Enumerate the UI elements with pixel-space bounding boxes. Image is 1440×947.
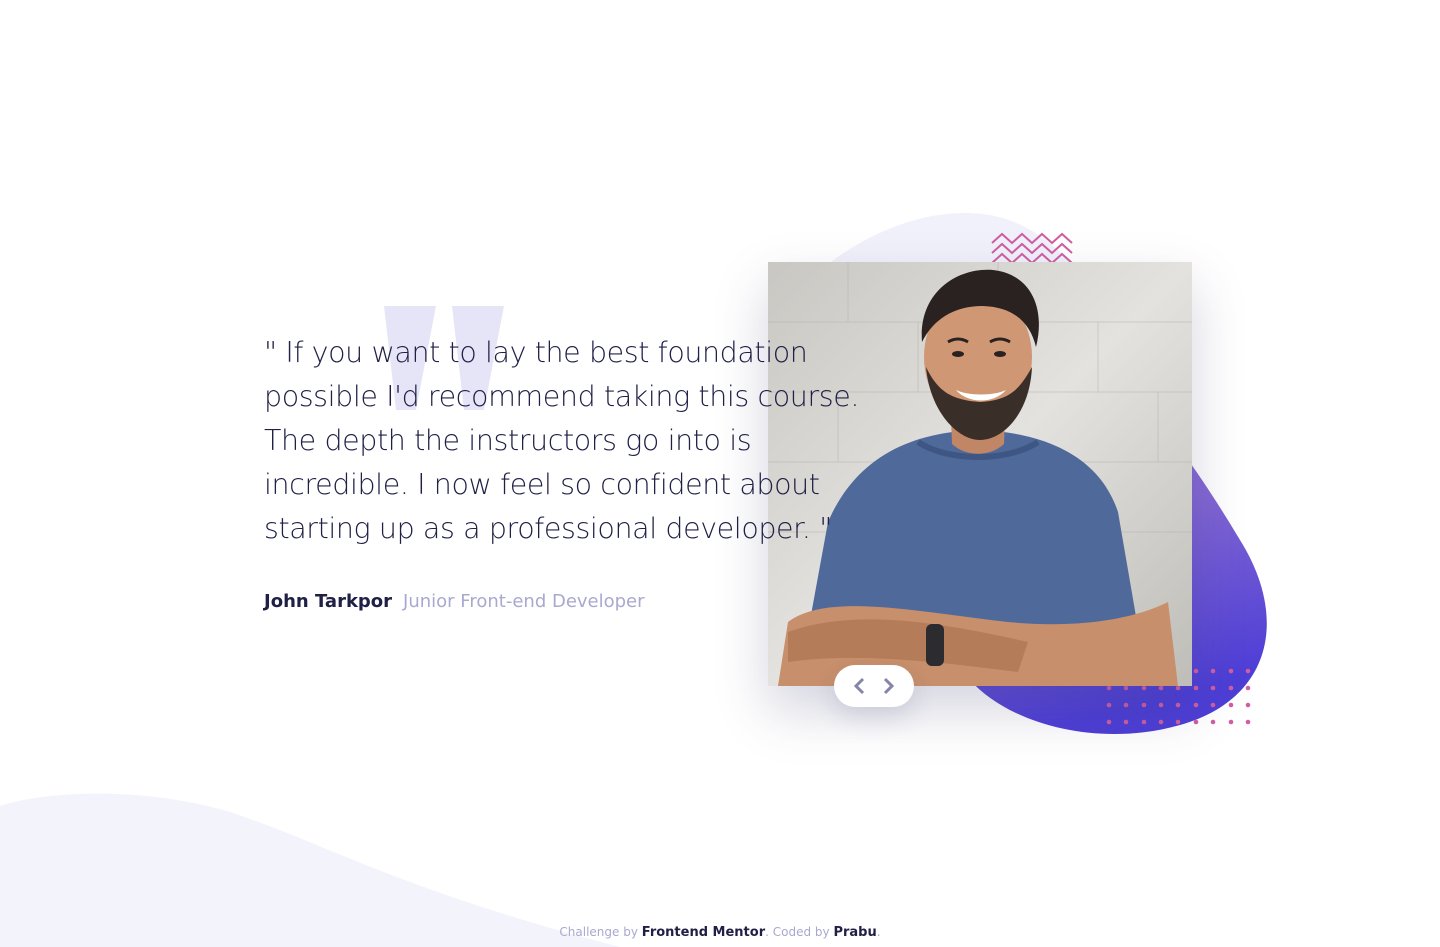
author-info: John Tarkpor Junior Front-end Developer [264,591,645,612]
challenge-prefix: Challenge by [559,925,638,939]
previous-button[interactable] [846,673,872,699]
chevron-left-icon [853,677,865,695]
chevron-right-icon [883,677,895,695]
testimonial-quote: " If you want to lay the best foundation… [264,336,860,545]
frontend-mentor-link[interactable]: Frontend Mentor [642,925,765,940]
author-role: Junior Front-end Developer [403,591,645,612]
slider-navigation [834,665,914,707]
next-button[interactable] [876,673,902,699]
author-name: John Tarkpor [264,591,393,612]
author-link[interactable]: Prabu [833,925,876,940]
attribution: Challenge by Frontend Mentor. Coded by P… [0,925,1440,940]
testimonial: " If you want to lay the best foundation… [264,331,864,551]
coded-prefix: . Coded by [765,925,830,939]
footer-suffix: . [876,925,881,939]
